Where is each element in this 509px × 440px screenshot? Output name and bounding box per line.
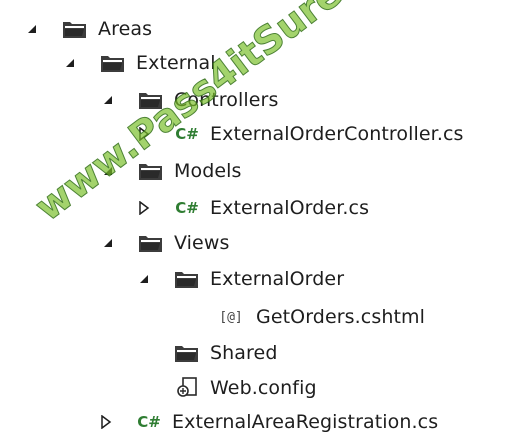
tree-node-external[interactable]: External [60,47,216,79]
tree-node-label: Controllers [174,89,279,111]
tree-node-label: Areas [98,18,153,40]
folder-icon [98,50,128,76]
tree-node-label: Views [174,232,230,254]
tree-node-label: ExternalOrder [210,268,345,290]
tree-node-models[interactable]: Models [98,155,242,187]
tree-node-label: External [136,52,216,74]
tree-node-external-order-controller[interactable]: C# ExternalOrderController.cs [134,118,464,150]
tree-node-external-order-view-folder[interactable]: ExternalOrder [134,263,344,295]
tree-node-label: ExternalAreaRegistration.cs [172,411,439,433]
tree-node-controllers[interactable]: Controllers [98,84,278,116]
tree-node-shared[interactable]: Shared [172,337,278,369]
folder-icon [136,230,166,256]
tree-node-web-config[interactable]: Web.config [172,372,317,404]
tree-node-label: Models [174,160,242,182]
collapsed-arrow-icon[interactable] [96,415,116,429]
expanded-arrow-icon[interactable] [60,57,80,69]
collapsed-arrow-icon[interactable] [134,201,154,215]
tree-node-views[interactable]: Views [98,227,230,259]
tree-node-label: GetOrders.cshtml [256,306,426,328]
tree-node-label: ExternalOrderController.cs [210,123,464,145]
csharp-badge: C# [175,199,199,217]
config-file-icon [172,375,202,401]
expanded-arrow-icon[interactable] [98,237,118,249]
tree-node-external-area-registration[interactable]: C# ExternalAreaRegistration.cs [96,406,438,438]
expanded-arrow-icon[interactable] [98,165,118,177]
csharp-file-icon: C# [172,195,202,221]
razor-file-icon: [@] [212,304,250,330]
folder-icon [60,16,90,42]
solution-explorer-tree: Areas External Controllers C# ExternalOr… [0,0,509,440]
expanded-arrow-icon[interactable] [98,94,118,106]
razor-badge: [@] [219,309,243,325]
tree-node-label: Shared [210,342,278,364]
csharp-badge: C# [137,413,161,431]
tree-node-label: Web.config [210,377,317,399]
collapsed-arrow-icon[interactable] [134,127,154,141]
csharp-file-icon: C# [172,121,202,147]
folder-icon [172,266,202,292]
tree-node-external-order-model[interactable]: C# ExternalOrder.cs [134,192,369,224]
tree-node-label: ExternalOrder.cs [210,197,370,219]
expanded-arrow-icon[interactable] [134,273,154,285]
csharp-badge: C# [175,125,199,143]
folder-icon [172,340,202,366]
tree-node-areas[interactable]: Areas [22,13,152,45]
folder-icon [136,87,166,113]
expanded-arrow-icon[interactable] [22,23,42,35]
folder-icon [136,158,166,184]
csharp-file-icon: C# [134,409,164,435]
tree-node-get-orders[interactable]: [@] GetOrders.cshtml [212,301,425,333]
